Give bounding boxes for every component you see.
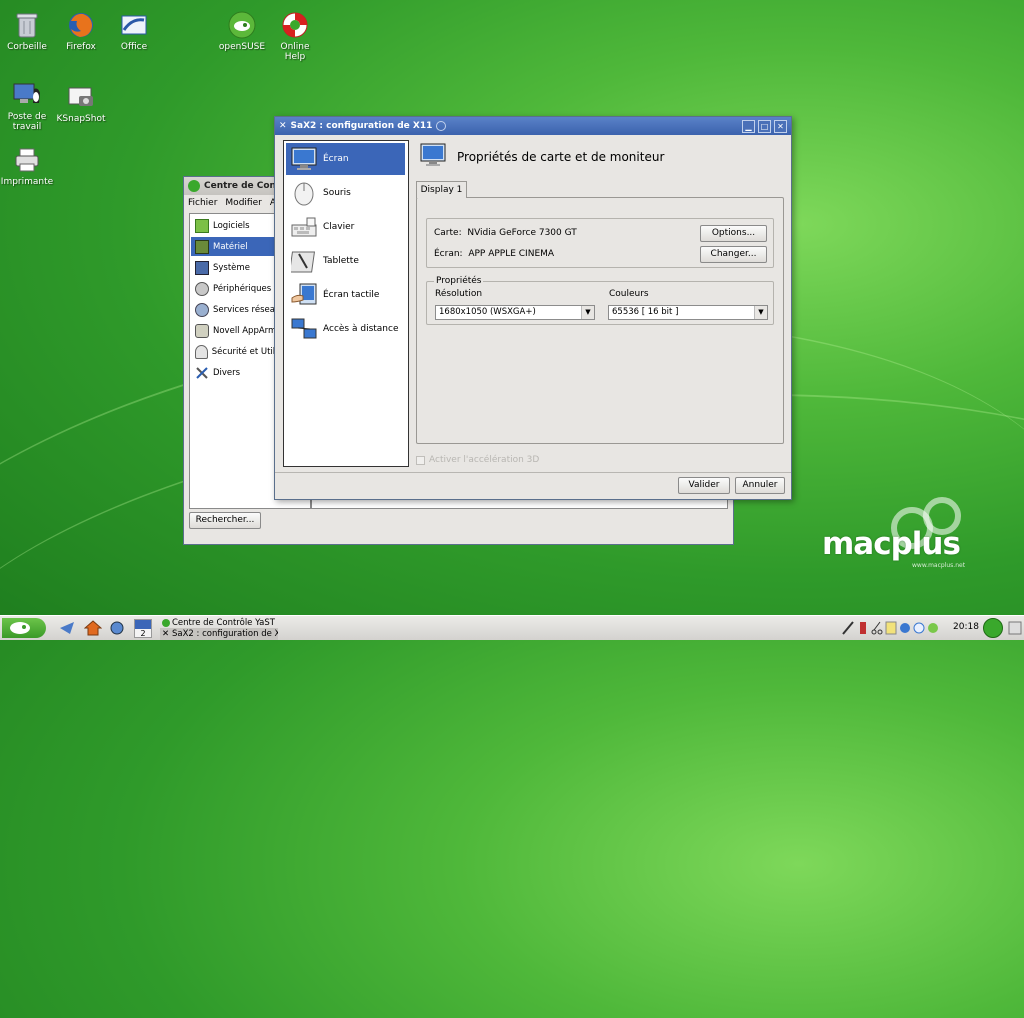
pager-desktop-2[interactable]: 2 bbox=[135, 629, 151, 638]
browser-launcher-icon[interactable] bbox=[58, 620, 76, 636]
yast-app-icon bbox=[188, 180, 200, 192]
screen-label: Écran: bbox=[434, 249, 463, 259]
desktop-icon-printer[interactable]: Imprimante bbox=[0, 145, 58, 187]
opensuse-icon bbox=[227, 10, 257, 40]
monitor-icon bbox=[290, 146, 318, 172]
accel-3d-label: Activer l'accélération 3D bbox=[429, 455, 540, 465]
ok-button[interactable]: Valider bbox=[678, 477, 730, 494]
nav-item-ecran-tactile[interactable]: Écran tactile bbox=[286, 279, 405, 311]
printer-icon bbox=[12, 145, 42, 175]
nav-item-ecran[interactable]: Écran bbox=[286, 143, 405, 175]
nav-item-acces-distance[interactable]: Accès à distance bbox=[286, 313, 405, 345]
network-services-icon bbox=[195, 302, 209, 317]
card-value: NVidia GeForce 7300 GT bbox=[467, 228, 577, 238]
tray-help-icon[interactable] bbox=[913, 621, 925, 635]
sax2-window[interactable]: ✕ SaX2 : configuration de X11 ▁ □ ✕ Écra… bbox=[274, 116, 792, 500]
remote-access-icon bbox=[290, 316, 318, 342]
accel-3d-row: Activer l'accélération 3D bbox=[416, 455, 539, 465]
touchscreen-icon bbox=[290, 282, 318, 308]
properties-group-title: Propriétés bbox=[434, 276, 484, 286]
page-heading: Propriétés de carte et de moniteur bbox=[457, 150, 665, 164]
camera-icon bbox=[66, 82, 96, 112]
sax2-titlebar[interactable]: ✕ SaX2 : configuration de X11 ▁ □ ✕ bbox=[275, 117, 791, 135]
colors-label: Couleurs bbox=[609, 289, 649, 299]
tray-chat-icon[interactable] bbox=[927, 621, 939, 635]
macplus-watermark: macplus www.macplus.net bbox=[820, 490, 980, 570]
sax2-app-icon: ✕ bbox=[279, 121, 287, 131]
monitor-heading-icon bbox=[420, 143, 446, 169]
taskbar: 2 Centre de Contrôle YaST ✕ SaX2 : confi… bbox=[0, 615, 1024, 640]
screen-value: APP APPLE CINEMA bbox=[468, 249, 555, 259]
start-menu-button[interactable] bbox=[2, 618, 46, 638]
card-row: Carte: NVidia GeForce 7300 GT bbox=[434, 228, 577, 238]
close-icon[interactable]: ✕ bbox=[774, 119, 787, 133]
tray-tools-icon[interactable] bbox=[842, 621, 854, 635]
lifebuoy-icon bbox=[280, 10, 310, 40]
desktop-icon-ksnapshot[interactable]: KSnapShot bbox=[50, 82, 112, 124]
home-icon[interactable] bbox=[83, 620, 103, 636]
options-button[interactable]: Options... bbox=[700, 225, 767, 242]
task-sax2[interactable]: ✕ SaX2 : configuration de X11 bbox=[160, 628, 278, 640]
firefox-icon bbox=[66, 10, 96, 40]
misc-icon bbox=[195, 366, 209, 380]
clock[interactable]: 20:18 bbox=[953, 622, 979, 632]
search-button[interactable]: Rechercher... bbox=[189, 512, 261, 529]
apparmor-icon bbox=[195, 323, 209, 338]
resolution-label: Résolution bbox=[435, 289, 483, 299]
sax2-task-icon: ✕ bbox=[162, 629, 170, 639]
macplus-brand: macplus bbox=[822, 526, 961, 562]
tray-update-icon[interactable] bbox=[899, 621, 911, 635]
tab-panel: Carte: NVidia GeForce 7300 GT Écran: APP… bbox=[416, 197, 784, 444]
desktop-icon-office[interactable]: Office bbox=[103, 10, 165, 52]
colors-select[interactable]: 65536 [ 16 bit ] ▼ bbox=[608, 305, 768, 320]
mouse-icon bbox=[290, 180, 318, 206]
menu-modifier[interactable]: Modifier bbox=[225, 198, 261, 208]
tab-display-1[interactable]: Display 1 bbox=[416, 181, 467, 198]
software-icon bbox=[195, 218, 209, 233]
pager-desktop-1[interactable] bbox=[135, 620, 151, 629]
nav-item-clavier[interactable]: Clavier bbox=[286, 211, 405, 243]
tray-pen-icon[interactable] bbox=[857, 621, 869, 635]
security-icon bbox=[195, 344, 208, 359]
minimize-icon[interactable]: ▁ bbox=[742, 119, 755, 133]
network-devices-icon bbox=[195, 281, 209, 296]
sax2-nav-panel: Écran Souris Clavier Tablette Écran tact… bbox=[283, 140, 409, 467]
accel-3d-checkbox[interactable] bbox=[416, 455, 425, 465]
opensuse-updater-icon[interactable] bbox=[983, 618, 1003, 638]
cancel-button[interactable]: Annuler bbox=[735, 477, 785, 494]
network-icon[interactable] bbox=[108, 620, 126, 636]
system-icon bbox=[195, 260, 209, 275]
desktop-icon-online-help[interactable]: Online Help bbox=[264, 10, 326, 62]
macplus-url: www.macplus.net bbox=[912, 562, 966, 569]
footer-divider bbox=[275, 472, 791, 473]
trash-icon bbox=[12, 10, 42, 40]
computer-icon bbox=[12, 80, 42, 110]
menu-fichier[interactable]: Fichier bbox=[188, 198, 217, 208]
screen-row: Écran: APP APPLE CINEMA bbox=[434, 249, 554, 259]
tray-scissors-icon[interactable] bbox=[871, 621, 883, 635]
sax2-title: SaX2 : configuration de X11 bbox=[290, 121, 433, 131]
resolution-select[interactable]: 1680x1050 (WSXGA+) ▼ bbox=[435, 305, 595, 320]
tablet-icon bbox=[290, 248, 318, 274]
nav-item-souris[interactable]: Souris bbox=[286, 177, 405, 209]
nav-item-tablette[interactable]: Tablette bbox=[286, 245, 405, 277]
tray-notes-icon[interactable] bbox=[885, 621, 897, 635]
card-screen-group: Carte: NVidia GeForce 7300 GT Écran: APP… bbox=[426, 218, 774, 268]
keyboard-icon bbox=[290, 214, 318, 240]
yast-task-icon bbox=[162, 619, 170, 627]
change-button[interactable]: Changer... bbox=[700, 246, 767, 263]
show-desktop-icon[interactable] bbox=[1008, 620, 1022, 636]
maximize-icon[interactable]: □ bbox=[758, 119, 771, 133]
office-icon bbox=[119, 10, 149, 40]
card-label: Carte: bbox=[434, 228, 462, 238]
chevron-down-icon: ▼ bbox=[754, 306, 767, 319]
properties-group: Propriétés Résolution 1680x1050 (WSXGA+)… bbox=[426, 276, 774, 325]
hardware-icon bbox=[195, 239, 209, 254]
chevron-down-icon: ▼ bbox=[581, 306, 594, 319]
opensuse-icon bbox=[10, 622, 30, 634]
sax2-sticky-icon[interactable] bbox=[436, 121, 447, 131]
desktop-pager[interactable]: 2 bbox=[134, 619, 152, 638]
